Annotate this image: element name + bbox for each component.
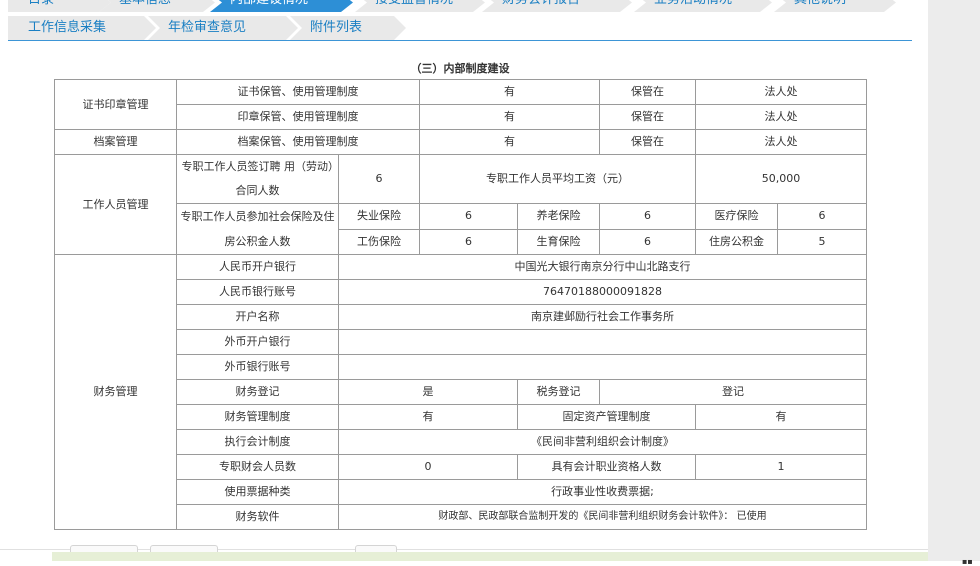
row-value: 南京建邺励行社会工作事务所: [338, 304, 867, 330]
row-value: [338, 354, 867, 380]
row-value: 财政部、民政部联合监制开发的《民间非营利组织财务会计软件》： 已使用: [338, 504, 867, 530]
tab-other-notes[interactable]: 其他说明: [774, 0, 896, 12]
row-value: 是: [338, 379, 518, 405]
row-label: 开户名称: [176, 304, 339, 330]
row-value: 5: [777, 228, 867, 255]
row-label: 税务登记: [517, 379, 600, 405]
row-value: 6: [419, 203, 518, 230]
row-label: 财务管理制度: [176, 404, 339, 430]
row-label: 印章保管、使用管理制度: [176, 104, 420, 130]
group-staff: 工作人员管理: [54, 154, 177, 255]
row-label: 专职财会人员数: [176, 454, 339, 480]
table-row: 外币开户银行: [55, 329, 867, 355]
row-label: 保管在: [599, 129, 696, 155]
row-label: 专职工作人员平均工资（元）: [419, 154, 696, 204]
table-row: 专职财会人员数 0 具有会计职业资格人数 1: [55, 454, 867, 480]
tab-internal-construction[interactable]: 内部建设情况: [210, 0, 353, 12]
row-value: 《民间非营利组织会计制度》: [338, 429, 867, 455]
row-label: 住房公积金: [695, 228, 778, 255]
tab-work-info-collection[interactable]: 工作信息采集: [8, 16, 156, 40]
tab-supervision[interactable]: 接受监督情况: [355, 0, 485, 12]
row-value: 有: [419, 79, 600, 105]
table-row: 证书印章管理 证书保管、使用管理制度 有 保管在 法人处: [54, 79, 867, 130]
row-value: 有: [419, 129, 600, 155]
row-value: 6: [599, 228, 696, 255]
tab-underline: [8, 40, 912, 41]
row-label: 专职工作人员签订聘 用（劳动）合同人数: [176, 154, 339, 204]
table-row: 开户名称 南京建邺励行社会工作事务所: [55, 304, 867, 330]
row-value: 6: [338, 154, 420, 204]
table-row: 印章保管、使用管理制度 有 保管在 法人处: [55, 104, 867, 130]
row-label: 财务软件: [176, 504, 339, 530]
row-value: 中国光大银行南京分行中山北路支行: [338, 254, 867, 280]
table-row: 外币银行账号: [55, 354, 867, 380]
row-value: 0: [338, 454, 518, 480]
tab-navigation: 目录 基本信息 内部建设情况 接受监督情况 财务会计报告 业务活动情况 其他说明…: [0, 0, 912, 40]
tab-financial-report[interactable]: 财务会计报告: [482, 0, 632, 12]
table-row: 财务管理 人民币开户银行 中国光大银行南京分行中山北路支行: [54, 254, 867, 530]
row-value: 登记: [599, 379, 867, 405]
row-label: 工伤保险: [338, 228, 420, 255]
table-row: 财务软件 财政部、民政部联合监制开发的《民间非营利组织财务会计软件》： 已使用: [55, 504, 867, 530]
row-label: 专职工作人员参加社会保险及住房公积金人数: [176, 203, 339, 255]
tab-catalog[interactable]: 目录: [8, 0, 111, 12]
tab-attachments[interactable]: 附件列表: [290, 16, 406, 40]
row-label: 外币开户银行: [176, 329, 339, 355]
row-value: 有: [419, 104, 600, 130]
table-row: 档案管理 档案保管、使用管理制度 有 保管在 法人处: [54, 129, 867, 155]
internal-system-table: 证书印章管理 证书保管、使用管理制度 有 保管在 法人处 印章保管、使用管理制度…: [54, 79, 867, 530]
right-scroll-strip: [928, 0, 980, 561]
row-label: 医疗保险: [695, 203, 778, 230]
row-label: 使用票据种类: [176, 479, 339, 505]
row-label: 人民币银行账号: [176, 279, 339, 305]
row-label: 外币银行账号: [176, 354, 339, 380]
tab-business-activities[interactable]: 业务活动情况: [634, 0, 772, 12]
row-label: 失业保险: [338, 203, 420, 230]
section-title: （三）内部制度建设: [410, 62, 510, 75]
tab-annual-review[interactable]: 年检审查意见: [148, 16, 298, 40]
row-value: 1: [695, 454, 867, 480]
row-value: 50,000: [695, 154, 867, 204]
row-value: 法人处: [695, 129, 867, 155]
table-row: 工作人员管理 专职工作人员签订聘 用（劳动）合同人数 6 专职工作人员平均工资（…: [54, 154, 867, 255]
group-finance: 财务管理: [54, 254, 177, 530]
row-value: [338, 329, 867, 355]
group-archive: 档案管理: [54, 129, 177, 155]
row-label: 生育保险: [517, 228, 600, 255]
row-value: 6: [777, 203, 867, 230]
row-value: 法人处: [695, 79, 867, 105]
row-label: 人民币开户银行: [176, 254, 339, 280]
row-label: 保管在: [599, 79, 696, 105]
table-row: 财务管理制度 有 固定资产管理制度 有: [55, 404, 867, 430]
row-label: 固定资产管理制度: [517, 404, 696, 430]
row-value: 6: [599, 203, 696, 230]
row-value: 法人处: [695, 104, 867, 130]
tab-basic-info[interactable]: 基本信息: [99, 0, 215, 12]
row-label: 养老保险: [517, 203, 600, 230]
row-label: 具有会计职业资格人数: [517, 454, 696, 480]
row-label: 证书保管、使用管理制度: [176, 79, 420, 105]
corner-marker-icon: ▪▪: [962, 557, 973, 566]
row-value: 6: [419, 228, 518, 255]
table-row: 财务登记 是 税务登记 登记: [55, 379, 867, 405]
row-label: 保管在: [599, 104, 696, 130]
table-row: 使用票据种类 行政事业性收费票据;: [55, 479, 867, 505]
row-value: 76470188000091828: [338, 279, 867, 305]
table-row: 执行会计制度 《民间非营利组织会计制度》: [55, 429, 867, 455]
row-value: 行政事业性收费票据;: [338, 479, 867, 505]
group-cert: 证书印章管理: [54, 79, 177, 130]
row-label: 财务登记: [176, 379, 339, 405]
row-label: 档案保管、使用管理制度: [176, 129, 420, 155]
table-row: 人民币银行账号 76470188000091828: [55, 279, 867, 305]
table-row: 专职工作人员参加社会保险及住房公积金人数 失业保险 6 养老保险 6 医疗保险 …: [55, 203, 867, 255]
status-bar: [52, 552, 928, 561]
page-bottom-edge: [0, 549, 928, 550]
row-value: 有: [338, 404, 518, 430]
row-value: 有: [695, 404, 867, 430]
row-label: 执行会计制度: [176, 429, 339, 455]
